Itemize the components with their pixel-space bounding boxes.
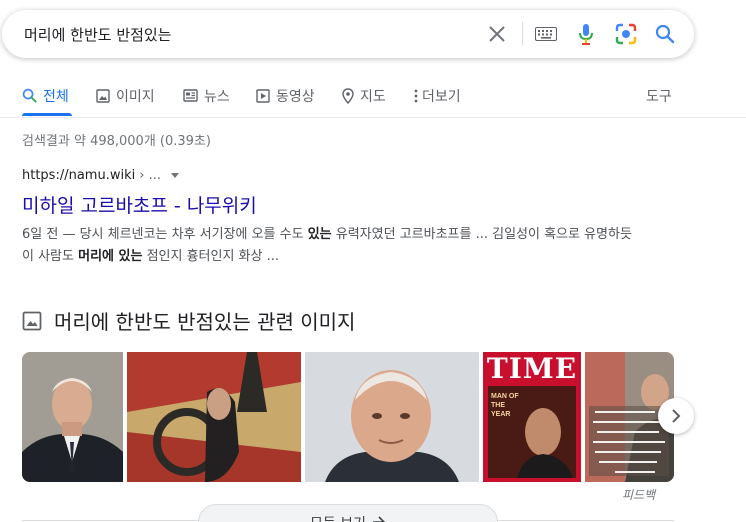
time-logo: TIME xyxy=(486,352,578,385)
image-thumbnail[interactable] xyxy=(305,352,479,482)
tab-all[interactable]: 전체 xyxy=(22,86,69,116)
tools-button[interactable]: 도구 xyxy=(646,86,672,116)
tab-maps[interactable]: 지도 xyxy=(342,86,386,116)
snippet-text: 점인지 흉터인지 화상 ... xyxy=(142,249,280,264)
search-icon xyxy=(22,88,37,103)
snippet-text: 6일 전 — 당시 체르넨코는 차후 서기장에 오를 수도 xyxy=(22,227,308,242)
result-title-link[interactable]: 미하일 고르바초프 - 나무위키 xyxy=(22,191,257,218)
view-all-button[interactable]: 모든 보기 xyxy=(198,504,498,522)
search-input[interactable] xyxy=(24,22,464,46)
arrow-right-icon xyxy=(372,516,386,522)
tools-label: 도구 xyxy=(646,89,672,105)
tab-news[interactable]: 뉴스 xyxy=(183,86,230,116)
caret-down-icon[interactable] xyxy=(170,173,179,178)
time-cover-text: MAN OF THE YEAR xyxy=(491,393,519,418)
keyboard-icon[interactable] xyxy=(534,22,558,46)
result-path: › ... xyxy=(139,168,161,183)
feedback-link[interactable]: 피드백 xyxy=(622,486,655,503)
tab-more[interactable]: 더보기 xyxy=(414,86,461,116)
tab-label: 더보기 xyxy=(422,89,461,105)
tab-label: 전체 xyxy=(43,89,69,105)
related-images-title: 머리에 한반도 반점있는 관련 이미지 xyxy=(54,310,356,334)
snippet-highlight: 있는 xyxy=(307,227,332,242)
camera-lens-icon[interactable] xyxy=(614,22,638,46)
more-vert-icon xyxy=(414,89,418,103)
snippet-highlight: 머리에 있는 xyxy=(78,249,143,264)
close-icon[interactable] xyxy=(485,22,509,46)
image-thumbnail[interactable]: TIME MAN OF THE YEAR xyxy=(483,352,581,482)
view-all-label: 모든 보기 xyxy=(310,513,366,522)
tabs-divider xyxy=(0,117,746,118)
image-icon xyxy=(22,311,42,330)
play-icon xyxy=(256,89,270,103)
image-thumbnail[interactable] xyxy=(22,352,123,482)
tab-label: 동영상 xyxy=(276,89,315,105)
image-thumbnail[interactable] xyxy=(127,352,301,482)
search-divider xyxy=(522,22,523,46)
carousel-next-button[interactable] xyxy=(658,398,694,434)
tab-images[interactable]: 이미지 xyxy=(96,86,155,116)
microphone-icon[interactable] xyxy=(574,22,598,46)
search-icon[interactable] xyxy=(653,22,677,46)
newspaper-icon xyxy=(183,89,198,102)
result-stats: 검색결과 약 498,000개 (0.39초) xyxy=(22,134,211,149)
chevron-right-icon xyxy=(672,409,681,423)
active-tab-indicator xyxy=(22,113,72,116)
result-domain: https://namu.wiki xyxy=(22,168,136,183)
related-images-header: 머리에 한반도 반점있는 관련 이미지 xyxy=(22,306,355,335)
map-pin-icon xyxy=(342,88,354,104)
image-carousel: TIME MAN OF THE YEAR xyxy=(22,352,674,482)
search-bar[interactable] xyxy=(2,10,694,58)
result-snippet: 6일 전 — 당시 체르넨코는 차후 서기장에 오를 수도 있는 유력자였던 고… xyxy=(22,224,642,268)
image-icon xyxy=(96,89,110,103)
tab-videos[interactable]: 동영상 xyxy=(256,86,315,116)
result-cite[interactable]: https://namu.wiki › ... xyxy=(22,168,179,183)
tab-label: 이미지 xyxy=(116,89,155,105)
tab-label: 지도 xyxy=(360,89,386,105)
tab-label: 뉴스 xyxy=(204,89,230,105)
search-tabs: 전체 이미지 뉴스 동영상 지도 더보기 도구 xyxy=(0,80,746,118)
